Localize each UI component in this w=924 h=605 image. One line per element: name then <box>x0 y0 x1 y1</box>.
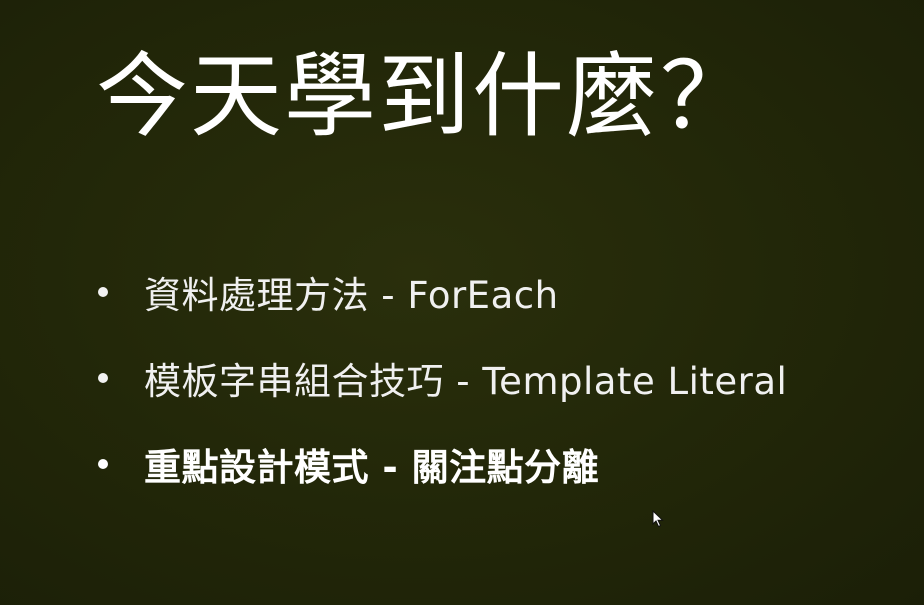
mouse-pointer-icon <box>652 510 664 528</box>
bullet-dot-icon <box>98 287 108 297</box>
bullet-item-separation-of-concerns: 重點設計模式 - 關注點分離 <box>98 442 787 489</box>
bullet-list: 資料處理方法 - ForEach 模板字串組合技巧 - Template Lit… <box>98 270 787 528</box>
bullet-text: 資料處理方法 - ForEach <box>144 274 559 317</box>
bullet-item-foreach: 資料處理方法 - ForEach <box>98 270 787 317</box>
bullet-item-template-literal: 模板字串組合技巧 - Template Literal <box>98 356 787 403</box>
bullet-text: 模板字串組合技巧 - Template Literal <box>144 360 788 403</box>
bullet-text: 重點設計模式 - 關注點分離 <box>144 446 600 489</box>
bullet-dot-icon <box>98 459 108 469</box>
slide-title: 今天學到什麼？ <box>96 43 755 150</box>
presentation-slide: 今天學到什麼？ 資料處理方法 - ForEach 模板字串組合技巧 - Temp… <box>0 0 924 605</box>
bullet-dot-icon <box>98 373 108 383</box>
